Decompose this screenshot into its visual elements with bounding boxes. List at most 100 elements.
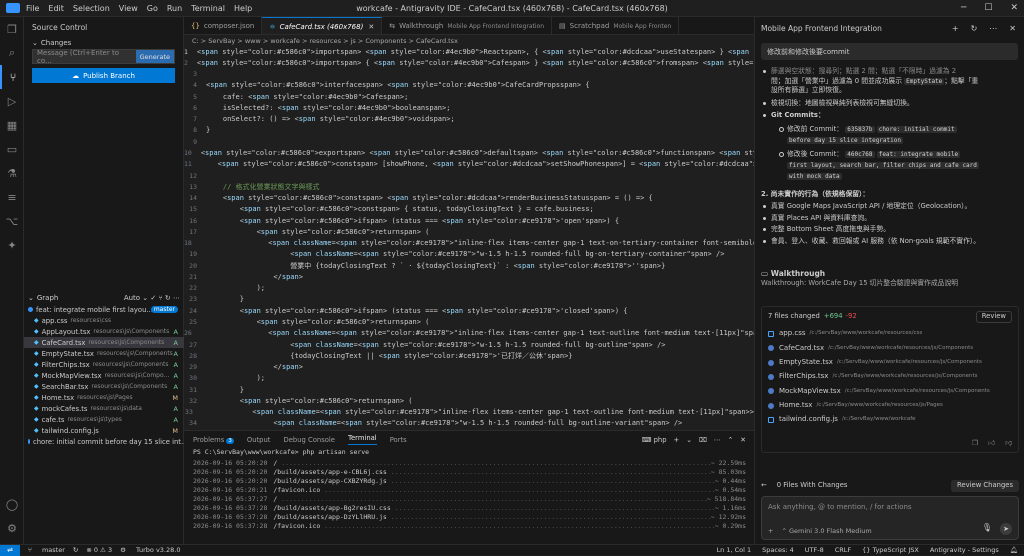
remote-icon[interactable]: ▭ [0,137,24,161]
code-line[interactable]: 34 <span className=<span style="color:#c… [184,418,754,429]
code-line[interactable]: 7 onSelect?: () => <span style="color:#4… [184,114,754,125]
generate-button[interactable]: Generate [136,50,174,63]
code-line[interactable]: 13 // 格式化營業狀態文字與樣式 [184,181,754,192]
changed-file-row[interactable]: EmptyState.tsx/c:/ServBay/www/workcafe/r… [768,356,1012,370]
menu-edit[interactable]: Edit [48,4,64,13]
settings-gear-icon[interactable]: ⚙ [0,516,24,540]
code-line[interactable]: 33 <span className=<span style="color:#c… [184,407,754,418]
graph-file-row[interactable]: ◆tailwind.config.jsM [24,425,184,436]
graph-file-row[interactable]: ◆EmptyState.tsxresources\js\ComponentsA [24,348,184,359]
graph-auto-toggle[interactable]: Auto ⌄ ✓ ⑂ ↻ ⋯ [124,294,180,302]
code-line[interactable]: 26 <span className=<span style="color:#c… [184,328,754,339]
minimize-icon[interactable]: ─ [961,3,966,13]
settings-indicator[interactable]: Antigravity - Settings [930,546,999,554]
add-icon[interactable]: + [952,24,959,33]
thumbs-down-icon[interactable]: 👎︎ [1005,439,1012,449]
code-line[interactable]: 2<span style="color:#c586c0">importspan>… [184,57,754,68]
add-context-icon[interactable]: + [768,527,773,535]
code-line[interactable]: 32 <span style="color:#c586c0">returnspa… [184,395,754,406]
code-editor[interactable]: 1<span style="color:#c586c0">importspan>… [184,46,754,430]
changed-file-row[interactable]: app.css/c:/ServBay/www/workcafe/resource… [768,327,1012,341]
remote-icon[interactable]: ⇌ [0,545,20,556]
line-ending[interactable]: CRLF [835,546,851,554]
microphone-icon[interactable]: 🎙︎ [982,523,992,535]
terminal[interactable]: PS C:\ServBay\www\workcafe> php artisan … [184,448,754,531]
code-line[interactable]: 11 <span style="color:#c586c0">constspan… [184,159,754,170]
menu-file[interactable]: File [26,4,39,13]
walkthrough-card[interactable]: ▭ Walkthrough Walkthrough: WorkCafe Day … [761,269,1019,288]
changed-file-row[interactable]: tailwind.config.js/c:/ServBay/www/workca… [768,413,1012,427]
account-icon[interactable]: ◯ [0,492,24,516]
terminal-shell-icon[interactable]: ⌨ php [642,436,667,444]
problems-indicator[interactable]: ⊗ 0 ⚠ 3 [86,546,112,554]
indentation[interactable]: Spaces: 4 [762,546,794,554]
head-commit-row[interactable]: feat: integrate mobile first layou... ma… [24,304,184,315]
add-terminal-icon[interactable]: + [674,436,680,444]
chat-input[interactable]: Ask anything, @ to mention, / for action… [761,496,1019,540]
database-icon[interactable]: ≡ [0,185,24,209]
branch-indicator[interactable]: ⑂ master [28,546,65,554]
turbo-indicator[interactable]: ⚙ Turbo v3.28.0 [120,546,180,554]
publish-branch-button[interactable]: ☁ Publish Branch [32,68,175,83]
copy-icon[interactable]: ❐ [972,439,978,449]
tab-cafecard-tsx[interactable]: ⚛ CafeCard.tsx (460x768) ✕ [262,17,382,35]
agent-icon[interactable]: ✦ [0,233,24,257]
tab-ports[interactable]: Ports [390,436,407,444]
run-debug-icon[interactable]: ▷ [0,89,24,113]
more-icon[interactable]: ⋯ [989,24,997,33]
code-line[interactable]: 29 </span> [184,361,754,372]
code-line[interactable]: 24 <span style="color:#c586c0">ifspan> (… [184,305,754,316]
tab-scratchpad[interactable]: ▤ Scratchpad Mobile App Fronten [552,17,679,35]
graph-file-row[interactable]: ◆cafe.tsresources\js\typesA [24,414,184,425]
graph-file-row[interactable]: ◆MockMapView.tsxresources\js\Compo...A [24,370,184,381]
history-icon[interactable]: ↻ [971,24,978,33]
code-line[interactable]: 30 ); [184,373,754,384]
menu-run[interactable]: Run [167,4,182,13]
code-line[interactable]: 4<span style="color:#c586c0">interfacesp… [184,80,754,91]
graph-file-row[interactable]: ◆FilterChips.tsxresources\js\ComponentsA [24,359,184,370]
changes-header[interactable]: ⌄ Changes [24,37,183,49]
send-icon[interactable]: ➤ [1000,523,1012,535]
menu-view[interactable]: View [119,4,138,13]
menu-go[interactable]: Go [147,4,158,13]
code-line[interactable]: 16 <span style="color:#c586c0">ifspan> (… [184,215,754,226]
code-line[interactable]: 28 {todayClosingText || <span style="col… [184,350,754,361]
source-control-icon[interactable]: ⑂ [0,65,24,89]
prev-commit-row[interactable]: chore: initial commit before day 15 slic… [24,436,184,447]
changed-file-row[interactable]: FilterChips.tsx/c:/ServBay/www/workcafe/… [768,370,1012,384]
code-line[interactable]: 20 營業中 {todayClosingText ? ` · ${todayCl… [184,260,754,271]
tab-composer-json[interactable]: {} composer.json [184,17,262,35]
code-line[interactable]: 8} [184,125,754,136]
code-line[interactable]: 27 <span className=<span style="color:#c… [184,339,754,350]
code-line[interactable]: 25 <span style="color:#c586c0">returnspa… [184,316,754,327]
close-tab-icon[interactable]: ✕ [368,23,374,31]
code-line[interactable]: 14 <span style="color:#c586c0">constspan… [184,192,754,203]
trash-icon[interactable]: ⌧ [699,436,707,444]
code-line[interactable]: 5 cafe: <span style="color:#4ec9b0">Cafe… [184,91,754,102]
graph-file-row[interactable]: ◆Home.tsxresources\js\PagesM [24,392,184,403]
split-icon[interactable]: ⌄ [686,436,692,444]
graph-file-row[interactable]: ◆SearchBar.tsxresources\js\ComponentsA [24,381,184,392]
graph-file-row[interactable]: ◆AppLayout.tsxresources\js\ComponentsA [24,326,184,337]
breadcrumb[interactable]: C: > ServBay > www > workcafe > resource… [184,35,754,46]
code-line[interactable]: 21 </span> [184,271,754,282]
code-line[interactable]: 19 <span className=<span style="color:#c… [184,249,754,260]
menu-terminal[interactable]: Terminal [191,4,225,13]
changed-file-row[interactable]: CafeCard.tsx/c:/ServBay/www/workcafe/res… [768,341,1012,355]
language-mode[interactable]: {} TypeScript JSX [862,546,919,554]
tab-debug-console[interactable]: Debug Console [283,436,335,444]
bell-icon[interactable]: 🔔︎ [1010,546,1018,554]
search-icon[interactable]: ⌕ [0,41,24,65]
graph-file-row[interactable]: ◆app.cssresources\css [24,315,184,326]
encoding[interactable]: UTF-8 [805,546,824,554]
code-line[interactable]: 12 [184,170,754,181]
extensions-icon[interactable]: ▦ [0,113,24,137]
code-line[interactable]: 3 [184,69,754,80]
model-selector[interactable]: ⌃ Gemini 3.0 Flash Medium [781,527,871,535]
commit-message-input[interactable]: Message (Ctrl+Enter to co... Generate [32,49,175,64]
code-line[interactable]: 10<span style="color:#c586c0">exportspan… [184,147,754,158]
more-icon[interactable]: ⋯ [714,436,721,444]
code-line[interactable]: 17 <span style="color:#c586c0">returnspa… [184,226,754,237]
tab-walkthrough[interactable]: ⇆ Walkthrough Mobile App Frontend Integr… [382,17,552,35]
graph-file-row[interactable]: ◆mockCafes.tsresources\js\dataA [24,403,184,414]
